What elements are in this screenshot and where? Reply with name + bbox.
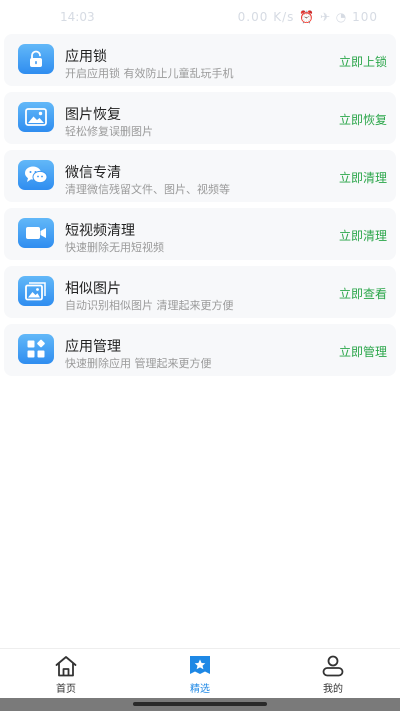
recover-now-button[interactable]: 立即恢复 [339,111,387,128]
bookmark-star-icon [190,656,210,674]
manage-now-button[interactable]: 立即管理 [339,343,387,360]
nav-mine-label: 我的 [323,684,343,695]
nav-home-label: 首页 [56,684,76,695]
feature-title: 应用管理 [65,339,121,355]
home-indicator[interactable] [133,702,267,706]
status-indicators: 0.00 K/s ⏰ ✈ ◔ 100 [237,10,378,24]
screen: 14:03 0.00 K/s ⏰ ✈ ◔ 100 应用锁 开启应用锁 有效防止儿… [0,0,400,711]
feature-list: 应用锁 开启应用锁 有效防止儿童乱玩手机 立即上锁 图片恢复 轻松修复误删图片 … [0,34,400,382]
feature-title: 微信专清 [65,165,121,181]
feature-description: 开启应用锁 有效防止儿童乱玩手机 [65,67,234,80]
nav-home[interactable]: 首页 [26,649,106,699]
feature-description: 自动识别相似图片 清理起来更方便 [65,299,234,312]
feature-title: 短视频清理 [65,223,135,239]
feature-card-app-lock[interactable]: 应用锁 开启应用锁 有效防止儿童乱玩手机 立即上锁 [4,34,396,86]
status-bar: 14:03 0.00 K/s ⏰ ✈ ◔ 100 [0,0,400,34]
feature-title: 图片恢复 [65,107,121,123]
feature-card-similar-pictures[interactable]: 相似图片 自动识别相似图片 清理起来更方便 立即查看 [4,266,396,318]
system-gesture-bar [0,698,400,711]
lock-icon [18,44,54,74]
feature-description: 轻松修复误删图片 [65,125,153,138]
video-clean-now-button[interactable]: 立即清理 [339,227,387,244]
nav-featured[interactable]: 精选 [160,649,240,699]
feature-description: 快速删除应用 管理起来更方便 [65,357,212,370]
feature-card-wechat-clean[interactable]: 微信专清 清理微信残留文件、图片、视频等 立即清理 [4,150,396,202]
similar-photos-icon [18,276,54,306]
feature-description: 清理微信残留文件、图片、视频等 [65,183,230,196]
nav-mine[interactable]: 我的 [293,649,373,699]
wechat-clean-now-button[interactable]: 立即清理 [339,169,387,186]
wechat-icon [18,160,54,190]
apps-grid-icon [18,334,54,364]
lock-now-button[interactable]: 立即上锁 [339,53,387,70]
home-icon [55,656,77,677]
status-time: 14:03 [60,10,95,24]
bottom-navigation: 首页 精选 我的 [0,648,400,698]
feature-description: 快速删除无用短视频 [65,241,164,254]
nav-featured-label: 精选 [190,684,210,695]
feature-card-short-video-clean[interactable]: 短视频清理 快速删除无用短视频 立即清理 [4,208,396,260]
picture-icon [18,102,54,132]
feature-title: 相似图片 [65,281,121,297]
user-icon [322,655,344,677]
feature-title: 应用锁 [65,49,107,65]
video-camera-icon [18,218,54,248]
view-now-button[interactable]: 立即查看 [339,285,387,302]
feature-card-app-management[interactable]: 应用管理 快速删除应用 管理起来更方便 立即管理 [4,324,396,376]
feature-card-picture-recovery[interactable]: 图片恢复 轻松修复误删图片 立即恢复 [4,92,396,144]
